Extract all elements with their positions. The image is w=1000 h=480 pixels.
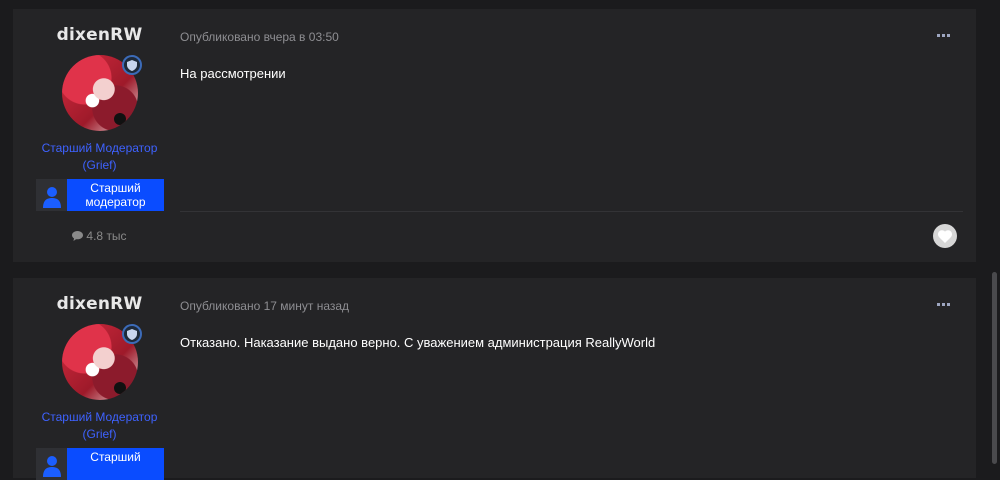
group-badge: Старший — [36, 448, 164, 480]
username-link[interactable]: dixenRW — [13, 25, 186, 45]
divider — [180, 211, 963, 212]
scrollbar[interactable] — [991, 0, 1000, 464]
shield-icon — [122, 324, 142, 344]
user-silhouette-icon — [36, 179, 67, 211]
group-label: Старший — [67, 448, 164, 480]
post-count-value: 4.8 тыс — [86, 229, 127, 243]
shield-icon — [122, 55, 142, 75]
post-author-panel: dixenRW Старший Модератор (Grief) Старши… — [13, 278, 186, 480]
group-label-line1: Старший — [90, 450, 141, 464]
member-role: Старший Модератор (Grief) — [13, 140, 186, 174]
role-subtitle: (Grief) — [82, 158, 117, 172]
member-role: Старший Модератор (Grief) — [13, 409, 186, 443]
post-author-panel: dixenRW Старший Модератор (Grief) Старши… — [13, 9, 186, 262]
group-label-line1: Старший — [90, 181, 141, 195]
role-subtitle: (Grief) — [82, 427, 117, 441]
user-silhouette-icon — [36, 448, 67, 480]
post: dixenRW Старший Модератор (Grief) Старши… — [13, 9, 976, 262]
group-label-line2: модератор — [85, 195, 146, 209]
group-badge: Старший модератор — [36, 179, 164, 211]
heart-icon — [938, 229, 952, 243]
post: dixenRW Старший Модератор (Grief) Старши… — [13, 278, 976, 480]
group-label: Старший модератор — [67, 179, 164, 211]
like-button[interactable] — [933, 224, 957, 248]
post-date[interactable]: Опубликовано вчера в 03:50 — [180, 30, 339, 44]
speech-bubble-icon — [72, 231, 84, 241]
ellipsis-icon[interactable] — [937, 299, 952, 309]
scrollbar-thumb[interactable] — [992, 272, 997, 464]
ellipsis-icon[interactable] — [937, 30, 952, 40]
role-title: Старший Модератор — [41, 410, 158, 424]
post-content: На рассмотрении — [180, 66, 286, 81]
username-link[interactable]: dixenRW — [13, 294, 186, 314]
role-title: Старший Модератор — [41, 141, 158, 155]
post-content: Отказано. Наказание выдано верно. С уваж… — [180, 335, 656, 350]
post-count: 4.8 тыс — [13, 229, 186, 243]
post-date[interactable]: Опубликовано 17 минут назад — [180, 299, 349, 313]
